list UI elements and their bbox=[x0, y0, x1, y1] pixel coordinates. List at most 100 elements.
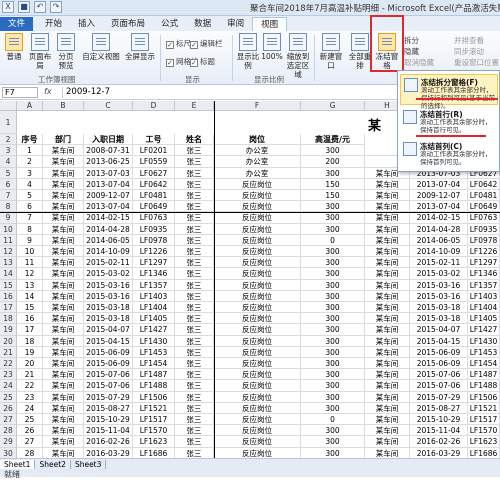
fx-icon[interactable]: fx bbox=[44, 87, 52, 96]
fullscreen-button[interactable]: 全屏显示 bbox=[122, 33, 158, 61]
table-cell[interactable]: LF1403 bbox=[468, 290, 500, 302]
table-cell[interactable]: 反应岗位 bbox=[214, 268, 301, 280]
table-cell[interactable]: 2014-02-15 bbox=[84, 212, 133, 224]
zoom-to-selection-button[interactable]: 缩放到选定区域 bbox=[284, 33, 312, 79]
column-header[interactable]: F bbox=[214, 101, 301, 111]
table-cell[interactable]: 2013-07-04 bbox=[84, 178, 133, 190]
hide-button[interactable]: 隐藏 bbox=[404, 46, 419, 57]
table-cell[interactable]: 16 bbox=[17, 313, 43, 325]
freeze-first-column-option[interactable]: 冻结首列(C) 滚动工作表其余部分时，保持首列可见。 bbox=[400, 139, 498, 170]
select-all-corner[interactable] bbox=[0, 101, 17, 111]
table-cell[interactable]: LF1357 bbox=[468, 279, 500, 291]
table-cell[interactable]: 反应岗位 bbox=[214, 346, 301, 358]
table-cell[interactable]: LF1488 bbox=[133, 380, 175, 392]
table-cell[interactable]: 某车间 bbox=[365, 234, 410, 246]
row-header[interactable]: 17 bbox=[0, 302, 17, 314]
table-cell[interactable]: 某车间 bbox=[43, 447, 84, 458]
table-cell[interactable]: 2015-03-02 bbox=[410, 268, 468, 280]
table-cell[interactable]: 300 bbox=[301, 257, 365, 269]
table-cell[interactable]: 2015-02-11 bbox=[410, 257, 468, 269]
table-cell[interactable]: 21 bbox=[17, 369, 43, 381]
table-cell[interactable]: 2015-03-18 bbox=[84, 313, 133, 325]
table-cell[interactable]: 2015-06-09 bbox=[410, 346, 468, 358]
table-cell[interactable]: LF0935 bbox=[133, 223, 175, 235]
table-cell[interactable]: 张三 bbox=[175, 302, 214, 314]
table-cell[interactable]: 300 bbox=[301, 302, 365, 314]
table-cell[interactable]: 张三 bbox=[175, 436, 214, 448]
table-cell[interactable]: 2015-06-09 bbox=[84, 358, 133, 370]
table-cell[interactable]: 2015-03-16 bbox=[84, 290, 133, 302]
table-cell[interactable]: 反应岗位 bbox=[214, 358, 301, 370]
table-cell[interactable]: 张三 bbox=[175, 145, 214, 157]
table-cell[interactable]: 300 bbox=[301, 369, 365, 381]
table-cell[interactable]: 2015-07-06 bbox=[410, 369, 468, 381]
sheet-tab[interactable]: Sheet1 bbox=[0, 460, 36, 469]
table-cell[interactable]: 10 bbox=[17, 246, 43, 258]
row-header[interactable]: 13 bbox=[0, 257, 17, 269]
table-cell[interactable]: 24 bbox=[17, 402, 43, 414]
ruler-checkbox[interactable]: ✓ 标尺 bbox=[166, 38, 191, 49]
table-cell[interactable]: 某车间 bbox=[43, 358, 84, 370]
table-header-cell[interactable]: 岗位 bbox=[214, 134, 301, 146]
table-cell[interactable]: 300 bbox=[301, 145, 365, 157]
row-header[interactable]: 27 bbox=[0, 414, 17, 426]
table-cell[interactable]: LF1405 bbox=[133, 313, 175, 325]
table-cell[interactable]: LF1403 bbox=[133, 290, 175, 302]
page-break-preview-button[interactable]: 分页预览 bbox=[56, 33, 76, 70]
row-header[interactable]: 20 bbox=[0, 335, 17, 347]
table-cell[interactable]: LF1623 bbox=[133, 436, 175, 448]
table-cell[interactable]: 28 bbox=[17, 447, 43, 458]
table-cell[interactable]: 2013-07-04 bbox=[410, 201, 468, 213]
table-cell[interactable]: LF0763 bbox=[133, 212, 175, 224]
table-cell[interactable]: LF1226 bbox=[468, 246, 500, 258]
side-by-side-button[interactable]: 并排查看 bbox=[454, 35, 484, 46]
table-cell[interactable]: 某车间 bbox=[365, 335, 410, 347]
table-cell[interactable]: 300 bbox=[301, 380, 365, 392]
table-cell[interactable]: 张三 bbox=[175, 402, 214, 414]
table-cell[interactable]: 2015-03-18 bbox=[84, 302, 133, 314]
table-header-cell[interactable]: 序号 bbox=[17, 134, 43, 146]
table-cell[interactable]: 张三 bbox=[175, 447, 214, 458]
table-header-cell[interactable]: 姓名 bbox=[175, 134, 214, 146]
table-cell[interactable]: 300 bbox=[301, 335, 365, 347]
table-cell[interactable]: LF1427 bbox=[468, 324, 500, 336]
table-cell[interactable]: 某车间 bbox=[365, 358, 410, 370]
table-cell[interactable]: 某车间 bbox=[43, 414, 84, 426]
table-cell[interactable]: 300 bbox=[301, 167, 365, 179]
table-cell[interactable]: LF1487 bbox=[468, 369, 500, 381]
reset-window-button[interactable]: 重设窗口位置 bbox=[454, 57, 499, 68]
table-cell[interactable]: 2015-06-09 bbox=[84, 346, 133, 358]
table-cell[interactable]: 反应岗位 bbox=[214, 201, 301, 213]
table-cell[interactable]: LF1521 bbox=[468, 402, 500, 414]
table-cell[interactable]: LF0649 bbox=[133, 201, 175, 213]
table-cell[interactable]: 2016-02-26 bbox=[410, 436, 468, 448]
table-cell[interactable]: 300 bbox=[301, 201, 365, 213]
custom-view-button[interactable]: 自定义视图 bbox=[80, 33, 122, 61]
table-cell[interactable]: LF0559 bbox=[133, 156, 175, 168]
row-header[interactable]: 12 bbox=[0, 246, 17, 258]
table-cell[interactable]: 2015-11-04 bbox=[84, 425, 133, 437]
sync-scroll-button[interactable]: 同步滚动 bbox=[454, 46, 484, 57]
table-cell[interactable]: 某车间 bbox=[365, 257, 410, 269]
table-cell[interactable]: 300 bbox=[301, 425, 365, 437]
column-header[interactable]: A bbox=[17, 101, 43, 111]
table-cell[interactable]: 某车间 bbox=[43, 380, 84, 392]
table-cell[interactable]: 300 bbox=[301, 447, 365, 458]
table-cell[interactable]: 2015-07-29 bbox=[410, 391, 468, 403]
row-header[interactable]: 5 bbox=[0, 167, 17, 179]
ribbon-tab[interactable]: 审阅 bbox=[219, 17, 252, 31]
table-cell[interactable]: 张三 bbox=[175, 335, 214, 347]
table-cell[interactable]: 张三 bbox=[175, 234, 214, 246]
row-header[interactable]: 11 bbox=[0, 234, 17, 246]
row-header[interactable]: 30 bbox=[0, 447, 17, 458]
table-cell[interactable]: 2015-03-02 bbox=[84, 268, 133, 280]
table-cell[interactable]: 2015-08-27 bbox=[410, 402, 468, 414]
ribbon-tab[interactable]: 页面布局 bbox=[103, 17, 153, 31]
ribbon-tab[interactable]: 插入 bbox=[70, 17, 103, 31]
new-window-button[interactable]: 新建窗口 bbox=[317, 33, 345, 70]
column-header[interactable]: E bbox=[175, 101, 214, 111]
row-header[interactable]: 2 bbox=[0, 134, 17, 146]
table-cell[interactable]: 张三 bbox=[175, 178, 214, 190]
table-cell[interactable]: 300 bbox=[301, 402, 365, 414]
table-cell[interactable]: LF0978 bbox=[133, 234, 175, 246]
